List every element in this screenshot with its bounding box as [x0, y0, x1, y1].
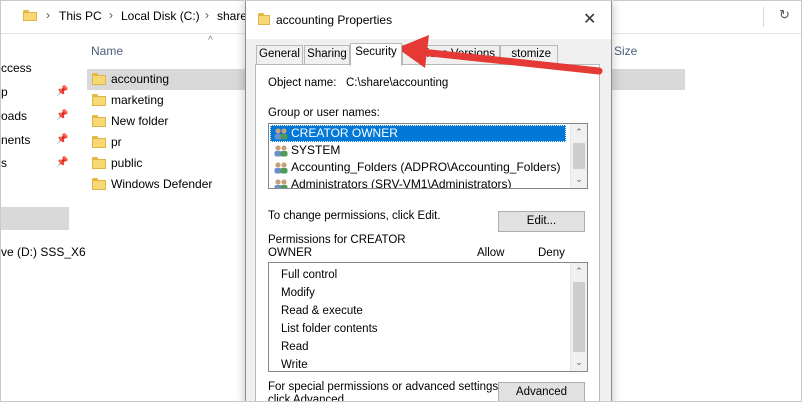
breadcrumb-share[interactable]: share [217, 9, 247, 23]
user-group-icon [274, 162, 288, 174]
tab-sharing[interactable]: Sharing [304, 45, 350, 64]
file-row-windows-defender[interactable]: Windows Defender [87, 174, 247, 195]
scroll-thumb[interactable] [573, 143, 585, 169]
nav-item-downloads[interactable]: oads [1, 109, 27, 123]
user-row-accounting-folders[interactable]: Accounting_Folders (ADPRO\Accounting_Fol… [270, 159, 566, 176]
tab-previous-versions[interactable]: ious Versions [402, 45, 500, 64]
folder-icon [258, 13, 270, 25]
chevron-up-icon[interactable]: ⌃ [571, 263, 587, 280]
nav-selected-highlight [1, 207, 69, 230]
folder-icon [92, 178, 106, 190]
properties-dialog: accounting Properties ✕ General Sharing … [245, 1, 612, 402]
folder-icon [23, 10, 37, 21]
permissions-label: Permissions for CREATOR [268, 234, 406, 246]
pin-icon: 📌 [56, 86, 69, 97]
chevron-up-icon: ^ [208, 35, 213, 46]
file-row-public[interactable]: public [87, 153, 247, 174]
close-icon[interactable]: ✕ [583, 9, 596, 29]
permission-full-control: Full control [281, 269, 338, 281]
user-row-creator-owner[interactable]: CREATOR OWNER [270, 125, 566, 142]
pin-icon: 📌 [56, 110, 69, 121]
file-name: pr [111, 135, 122, 149]
object-name-label: Object name: [268, 77, 337, 89]
tab-security[interactable]: Security [350, 43, 402, 66]
file-name: Windows Defender [111, 177, 213, 191]
chevron-down-icon[interactable]: ⌄ [571, 354, 587, 371]
security-panel: Object name: C:\share\accounting Group o… [255, 64, 600, 402]
file-row-new-folder[interactable]: New folder [87, 111, 247, 132]
permission-write: Write [281, 359, 308, 371]
user-group-icon [274, 145, 288, 157]
file-row-pr[interactable]: pr [87, 132, 247, 153]
navigation-pane: ccess p 📌 oads 📌 nents 📌 s 📌 ve (D:) SSS… [1, 34, 86, 401]
permissions-list[interactable]: Full control Modify Read & execute List … [268, 262, 588, 372]
user-row-system[interactable]: SYSTEM [270, 142, 566, 159]
address-divider [763, 7, 764, 27]
nav-item-pictures[interactable]: s [1, 156, 7, 170]
tab-strip: General Sharing Security ious Versions s… [254, 43, 604, 66]
group-user-label: Group or user names: [268, 107, 380, 119]
permission-modify: Modify [281, 287, 315, 299]
folder-icon [92, 115, 106, 127]
file-name: marketing [111, 93, 164, 107]
special-permissions-text: For special permissions or advanced sett… [268, 381, 502, 393]
chevron-up-icon[interactable]: ⌃ [571, 124, 587, 141]
file-row-accounting[interactable]: accounting [87, 69, 247, 90]
object-name-value: C:\share\accounting [346, 77, 449, 89]
permissions-scrollbar[interactable]: ⌃ ⌄ [570, 263, 587, 371]
chevron-right-icon: › [46, 8, 50, 22]
user-row-administrators[interactable]: Administrators (SRV-VM1\Administrators) [270, 176, 566, 189]
column-header-size[interactable]: Size [614, 44, 637, 58]
pin-icon: 📌 [56, 134, 69, 145]
file-name: accounting [111, 72, 170, 86]
change-permissions-text: To change permissions, click Edit. [268, 210, 441, 222]
nav-item-quick-access[interactable]: ccess [1, 61, 32, 75]
chevron-right-icon: › [205, 8, 209, 22]
permission-read: Read [281, 341, 309, 353]
file-row-marketing[interactable]: marketing [87, 90, 247, 111]
special-permissions-text-2: click Advanced. [268, 394, 348, 402]
deny-column-header: Deny [538, 247, 565, 259]
breadcrumb-this-pc[interactable]: This PC [59, 9, 102, 23]
permissions-label-principal: OWNER [268, 247, 313, 259]
chevron-right-icon: › [109, 8, 113, 22]
column-header-name[interactable]: Name [91, 44, 123, 58]
screenshot-frame: › This PC › Local Disk (C:) › share ↻ cc… [0, 0, 802, 402]
user-group-icon [274, 179, 288, 188]
tab-general[interactable]: General [256, 45, 303, 64]
refresh-icon[interactable]: ↻ [779, 7, 790, 23]
scroll-thumb[interactable] [573, 282, 585, 352]
advanced-button[interactable]: Advanced [498, 382, 585, 401]
dialog-title-bar[interactable]: accounting Properties ✕ [246, 1, 611, 39]
chevron-down-icon[interactable]: ⌄ [571, 171, 587, 188]
nav-item-desktop[interactable]: p [1, 85, 8, 99]
user-group-icon [274, 128, 288, 140]
breadcrumb-local-disk[interactable]: Local Disk (C:) [121, 9, 200, 23]
nav-item-drive-d[interactable]: ve (D:) SSS_X6 [1, 245, 86, 259]
permission-list-folder-contents: List folder contents [281, 323, 378, 335]
dialog-title: accounting Properties [276, 13, 393, 27]
allow-column-header: Allow [477, 247, 505, 259]
folder-icon [92, 73, 106, 85]
selected-row-extension [607, 69, 685, 90]
user-name: CREATOR OWNER [291, 126, 398, 140]
folder-icon [92, 136, 106, 148]
nav-item-documents[interactable]: nents [1, 133, 30, 147]
edit-button[interactable]: Edit... [498, 211, 585, 232]
permission-read-execute: Read & execute [281, 305, 363, 317]
user-name: Accounting_Folders (ADPRO\Accounting_Fol… [291, 160, 561, 174]
user-name: SYSTEM [291, 143, 341, 157]
file-name: public [111, 156, 143, 170]
folder-icon [92, 157, 106, 169]
user-list-scrollbar[interactable]: ⌃ ⌄ [570, 124, 587, 188]
pin-icon: 📌 [56, 157, 69, 168]
file-name: New folder [111, 114, 169, 128]
folder-icon [92, 94, 106, 106]
user-name: Administrators (SRV-VM1\Administrators) [291, 177, 512, 189]
tab-customize[interactable]: stomize [500, 45, 558, 64]
user-list[interactable]: CREATOR OWNER SYSTEM Accounting_Folders … [268, 123, 588, 189]
